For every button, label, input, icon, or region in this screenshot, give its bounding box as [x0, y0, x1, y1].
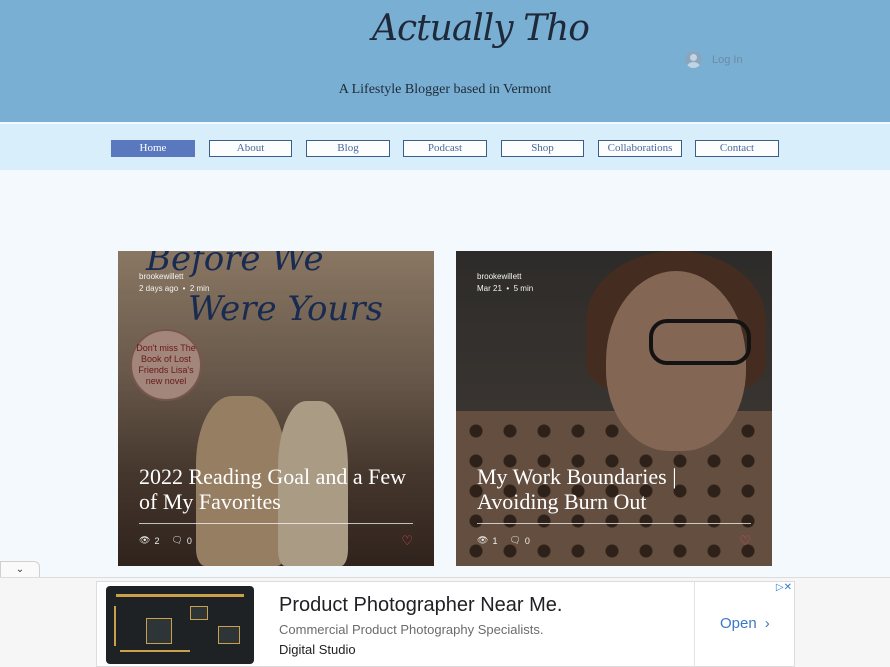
post-read-time: 5 min [513, 284, 534, 293]
post-title[interactable]: My Work Boundaries | Avoiding Burn Out [477, 464, 751, 514]
blog-post-card[interactable]: Before We Were Yours Don't miss The Book… [118, 251, 434, 566]
divider [694, 582, 695, 667]
post-read-time: 2 min [189, 284, 210, 293]
view-count: 1 [492, 535, 498, 546]
chevron-right-icon: › [764, 615, 770, 632]
ad-collapse-button[interactable]: ⌄ [0, 561, 40, 578]
heart-icon[interactable]: ♡ [401, 533, 413, 549]
post-title[interactable]: 2022 Reading Goal and a Few of My Favori… [139, 464, 413, 514]
post-author[interactable]: brookewillett [477, 271, 533, 283]
login-button[interactable]: Log In [685, 51, 743, 68]
ad-open-label: Open [720, 615, 757, 632]
divider [477, 523, 751, 524]
view-count: 2 [154, 535, 160, 546]
user-avatar-icon [685, 51, 702, 68]
site-tagline: A Lifestyle Blogger based in Vermont [338, 82, 552, 97]
post-date: Mar 21 [477, 284, 502, 293]
nav-item-about[interactable]: About [209, 140, 292, 157]
nav-item-contact[interactable]: Contact [695, 140, 779, 157]
post-date: 2 days ago [139, 284, 179, 293]
comment-count: 0 [186, 535, 192, 546]
ad-description: Commercial Product Photography Specialis… [279, 622, 544, 637]
ad-choices-icon[interactable]: ▷✕ [776, 582, 792, 593]
nav-item-blog[interactable]: Blog [306, 140, 390, 157]
nav-item-collaborations[interactable]: Collaborations [598, 140, 682, 157]
post-stats: 👁 1 🗨 0 [477, 535, 530, 546]
blog-post-card[interactable]: brookewillett Mar 21 • 5 min My Work Bou… [456, 251, 772, 566]
nav-item-shop[interactable]: Shop [501, 140, 584, 157]
ad-advertiser: Digital Studio [279, 642, 356, 657]
ad-open-button[interactable]: Open › [720, 615, 770, 632]
circuit-board-image [106, 586, 254, 664]
post-author[interactable]: brookewillett [139, 271, 209, 283]
post-meta: brookewillett 2 days ago • 2 min [139, 271, 210, 293]
ad-title[interactable]: Product Photographer Near Me. [279, 594, 563, 617]
comment-icon: 🗨 [509, 535, 521, 545]
divider [139, 523, 413, 524]
post-stats: 👁 2 🗨 0 [139, 535, 192, 546]
ad-banner[interactable]: Product Photographer Near Me. Commercial… [96, 581, 795, 667]
nav-item-podcast[interactable]: Podcast [403, 140, 487, 157]
nav-item-home[interactable]: Home [111, 140, 195, 157]
site-logo[interactable]: Actually Tho [372, 8, 590, 49]
chevron-down-icon: ⌄ [15, 564, 25, 575]
main-navigation: Home About Blog Podcast Shop Collaborati… [0, 124, 890, 170]
post-meta: brookewillett Mar 21 • 5 min [477, 271, 534, 293]
eye-icon: 👁 [477, 535, 489, 545]
site-header: Actually Tho A Lifestyle Blogger based i… [0, 0, 890, 122]
eye-icon: 👁 [139, 535, 151, 545]
comment-count: 0 [524, 535, 530, 546]
ad-image[interactable] [99, 584, 260, 666]
comment-icon: 🗨 [171, 535, 183, 545]
heart-icon[interactable]: ♡ [739, 533, 751, 549]
login-label: Log In [712, 53, 743, 66]
